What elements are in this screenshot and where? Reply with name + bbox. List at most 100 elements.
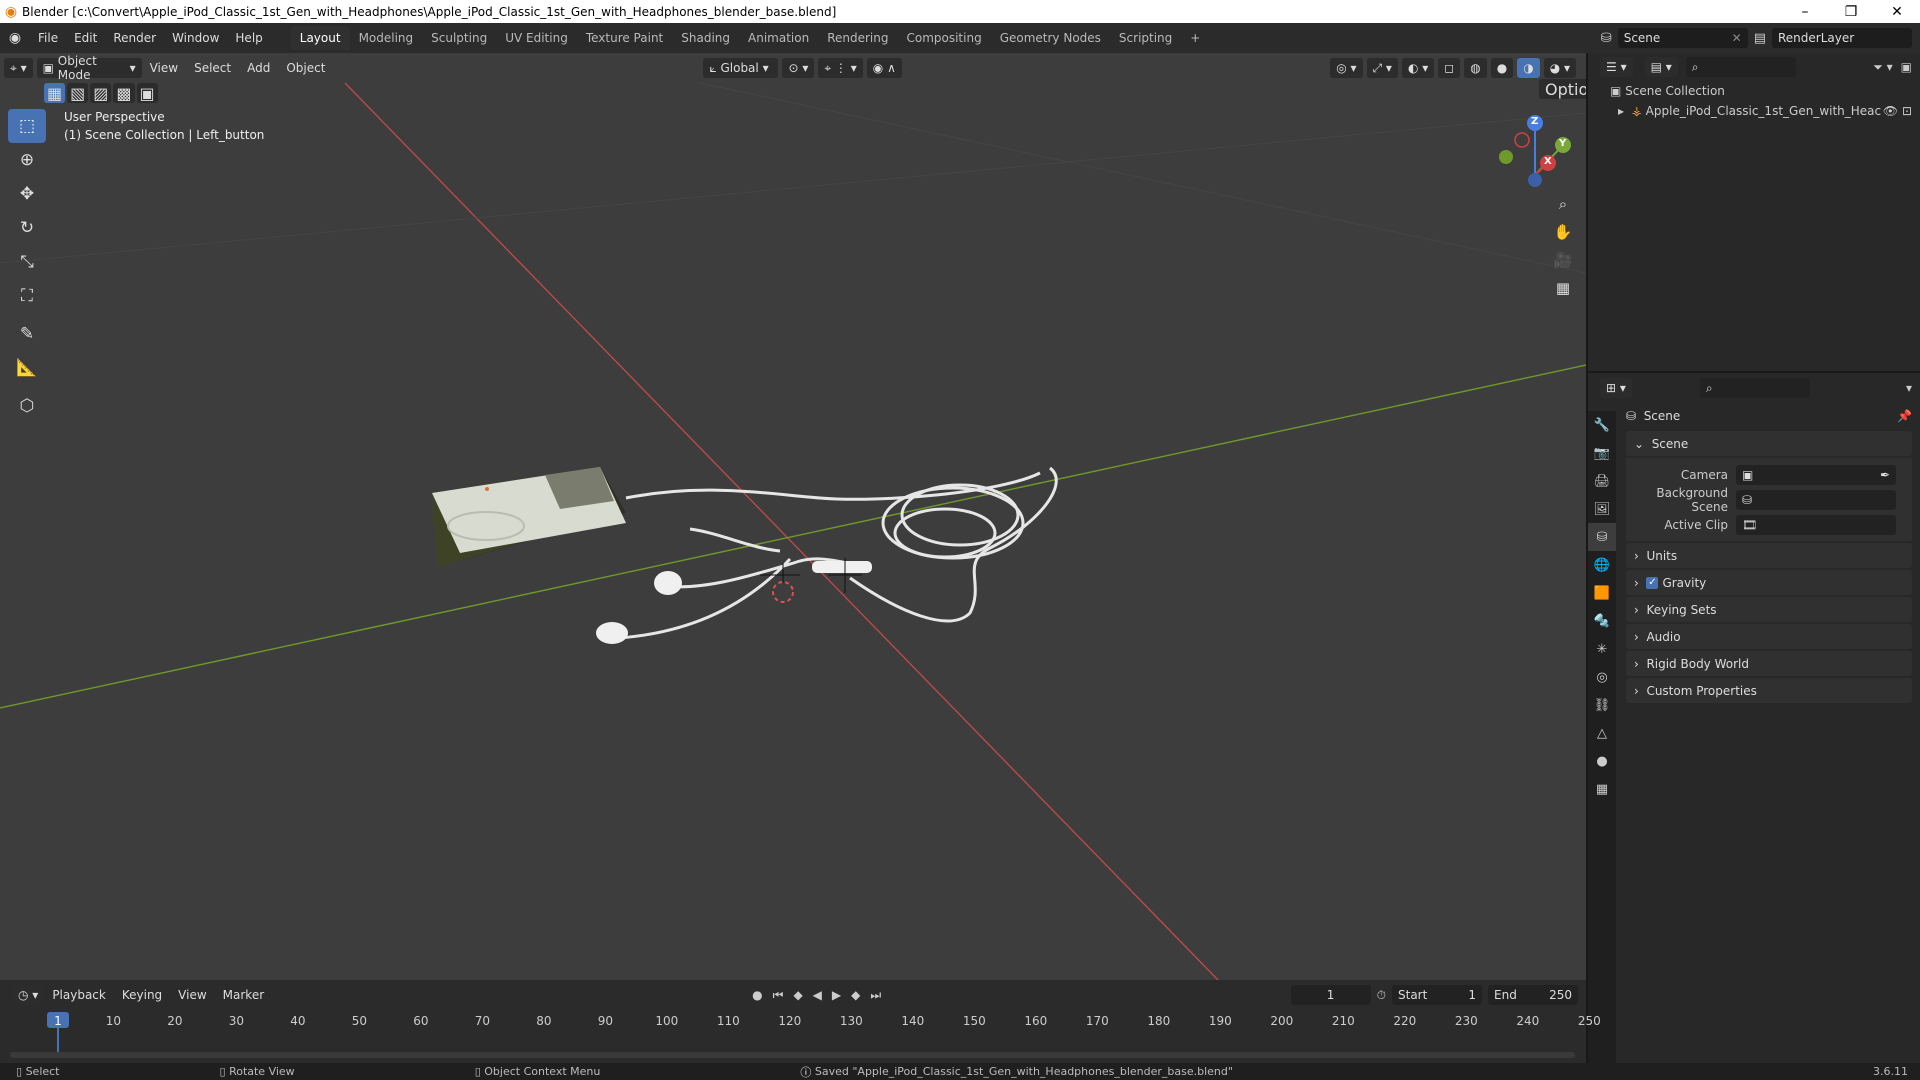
scene-selector[interactable]: Scene ✕ [1617,28,1748,48]
cursor-tool-icon[interactable]: ⊕ [8,143,46,177]
texture-tab-icon[interactable]: ▦ [1588,775,1616,803]
select-extend-icon[interactable]: ▧ [67,83,89,103]
active-clip-field[interactable]: 🎞 [1736,514,1896,535]
tab-compositing[interactable]: Compositing [897,26,990,50]
physics-tab-icon[interactable]: ◎ [1588,663,1616,691]
eye-icon[interactable]: 👁 ⊡ [1883,101,1920,121]
mode-selector[interactable]: ▣ Object Mode ▾ [36,54,142,82]
gizmo-toggle-button[interactable]: ⤢ ▾ [1366,58,1398,78]
view-layer-tab-icon[interactable]: 🖼 [1588,495,1616,523]
xray-button[interactable]: ◻ [1438,58,1461,78]
background-scene-field[interactable]: ⛁ [1736,489,1896,510]
shading-rendered-icon[interactable]: ◕ ▾ [1543,58,1576,78]
scene-tab-icon[interactable]: ⛁ [1588,523,1616,551]
tab-layout[interactable]: Layout [290,26,350,50]
outliner-scene-collection[interactable]: ▣ Scene Collection [1610,81,1920,101]
ortho-grid-icon[interactable]: ▦ [1549,274,1577,302]
shading-solid-icon[interactable]: ● [1490,58,1514,78]
menu-object[interactable]: Object [278,61,333,75]
menu-select[interactable]: Select [186,61,239,75]
pivot-point-button[interactable]: ⊙ ▾ [782,58,815,78]
move-tool-icon[interactable]: ✥ [8,177,46,211]
tab-geometry-nodes[interactable]: Geometry Nodes [991,26,1110,50]
start-frame-field[interactable]: Start 1 [1392,985,1482,1005]
tab-rendering[interactable]: Rendering [818,26,897,50]
render-layer-icon[interactable]: ▤ [1754,31,1766,46]
tab-scripting[interactable]: Scripting [1110,26,1181,50]
rigid-body-world-panel[interactable]: › Rigid Body World [1626,651,1912,676]
editor-type-button[interactable]: ⌖ ▾ [4,58,33,78]
audio-panel[interactable]: › Audio [1626,624,1912,649]
particles-tab-icon[interactable]: ✳ [1588,635,1616,663]
menu-file[interactable]: File [30,31,66,45]
gizmo-x-label[interactable]: X [1544,156,1552,167]
zoom-icon[interactable]: ⌕ [1549,190,1577,218]
constraints-tab-icon[interactable]: ⛓ [1588,691,1616,719]
add-workspace-button[interactable]: + [1181,26,1209,50]
menu-render[interactable]: Render [105,31,164,45]
outliner-editor-type[interactable]: ☰ ▾ [1600,57,1633,77]
menu-view[interactable]: View [142,61,186,75]
tab-animation[interactable]: Animation [739,26,818,50]
jump-end-icon[interactable]: ⏭ [870,988,881,1003]
material-tab-icon[interactable]: ● [1588,747,1616,775]
visibility-button[interactable]: ◎ ▾ [1330,58,1363,78]
scale-tool-icon[interactable]: ⤡ [8,245,46,279]
object-tab-icon[interactable]: 🟧 [1588,579,1616,607]
world-tab-icon[interactable]: 🌐 [1588,551,1616,579]
tab-sculpting[interactable]: Sculpting [422,26,496,50]
menu-marker[interactable]: Marker [215,988,272,1002]
rotate-tool-icon[interactable]: ↻ [8,211,46,245]
maximize-button[interactable]: ❐ [1828,4,1874,20]
menu-edit[interactable]: Edit [66,31,105,45]
render-layer-selector[interactable]: RenderLayer [1772,28,1912,48]
proportional-edit-button[interactable]: ◉ ∧ [866,58,902,78]
outliner-item[interactable]: ▸ ⚶ Apple_iPod_Classic_1st_Gen_with_Heac… [1610,101,1920,121]
current-frame-field[interactable]: 1 [1290,985,1371,1005]
tool-tab-icon[interactable]: 🔧 [1588,411,1616,439]
keying-sets-panel[interactable]: › Keying Sets [1626,597,1912,622]
select-subtract-icon[interactable]: ▨ [90,83,112,103]
expand-arrow-icon[interactable]: ▸ [1618,101,1632,121]
display-mode-button[interactable]: ▤ ▾ [1644,57,1678,77]
gizmo-z-label[interactable]: Z [1531,116,1538,127]
pan-hand-icon[interactable]: ✋ [1549,218,1577,246]
select-invert-icon[interactable]: ▩ [113,83,135,103]
record-icon[interactable]: ● [752,988,762,1002]
modifier-tab-icon[interactable]: 🔩 [1588,607,1616,635]
select-intersect-icon[interactable]: ▣ [136,83,158,103]
play-reverse-icon[interactable]: ◀ [813,988,822,1002]
close-button[interactable]: ✕ [1874,4,1920,20]
pin-icon[interactable]: 📌 [1897,409,1912,423]
menu-add[interactable]: Add [239,61,278,75]
eyedropper-icon[interactable]: ✒ [1880,468,1890,482]
menu-keying[interactable]: Keying [114,988,170,1002]
units-panel[interactable]: › Units [1626,543,1912,568]
custom-properties-panel[interactable]: › Custom Properties [1626,678,1912,703]
transform-orientation-selector[interactable]: ⟀ Global ▾ [703,58,779,78]
properties-search-input[interactable]: ⌕ [1699,378,1810,398]
menu-help[interactable]: Help [227,31,270,45]
3d-viewport[interactable]: Z Y X ⌖ ▾ ▣ Object Mode ▾ View Select Ad… [0,53,1586,980]
transform-tool-icon[interactable]: ⛶ [8,279,46,313]
filter-icon[interactable]: ⏷ ▾ [1873,60,1892,75]
gizmo-y-label[interactable]: Y [1559,138,1566,149]
tab-shading[interactable]: Shading [672,26,739,50]
camera-field[interactable]: ▣ ✒ [1736,464,1896,485]
minimize-button[interactable]: – [1782,4,1828,20]
scene-panel-header[interactable]: ⌄ Scene [1626,431,1912,456]
snap-button[interactable]: ⌖ ⋮ ▾ [818,58,863,78]
tab-modeling[interactable]: Modeling [350,26,423,50]
select-new-icon[interactable]: ▦ [44,83,66,103]
timeline-editor-type[interactable]: ◷ ▾ [12,985,45,1005]
options-button[interactable]: Options ▾ [1539,79,1586,99]
output-tab-icon[interactable]: 🖨 [1588,467,1616,495]
gravity-checkbox[interactable]: ✓ [1646,576,1659,589]
prev-keyframe-icon[interactable]: ◆ [793,988,802,1002]
timeline-ruler[interactable]: 1 10 20 30 40 50 60 70 80 90 100 110 120 130 140 150 160… [0,1010,1601,1052]
data-tab-icon[interactable]: △ [1588,719,1616,747]
new-collection-icon[interactable]: ▣ [1901,60,1912,74]
menu-window[interactable]: Window [164,31,227,45]
chevron-down-icon[interactable]: ▾ [1906,381,1912,395]
gravity-panel[interactable]: › ✓ Gravity [1626,570,1912,595]
